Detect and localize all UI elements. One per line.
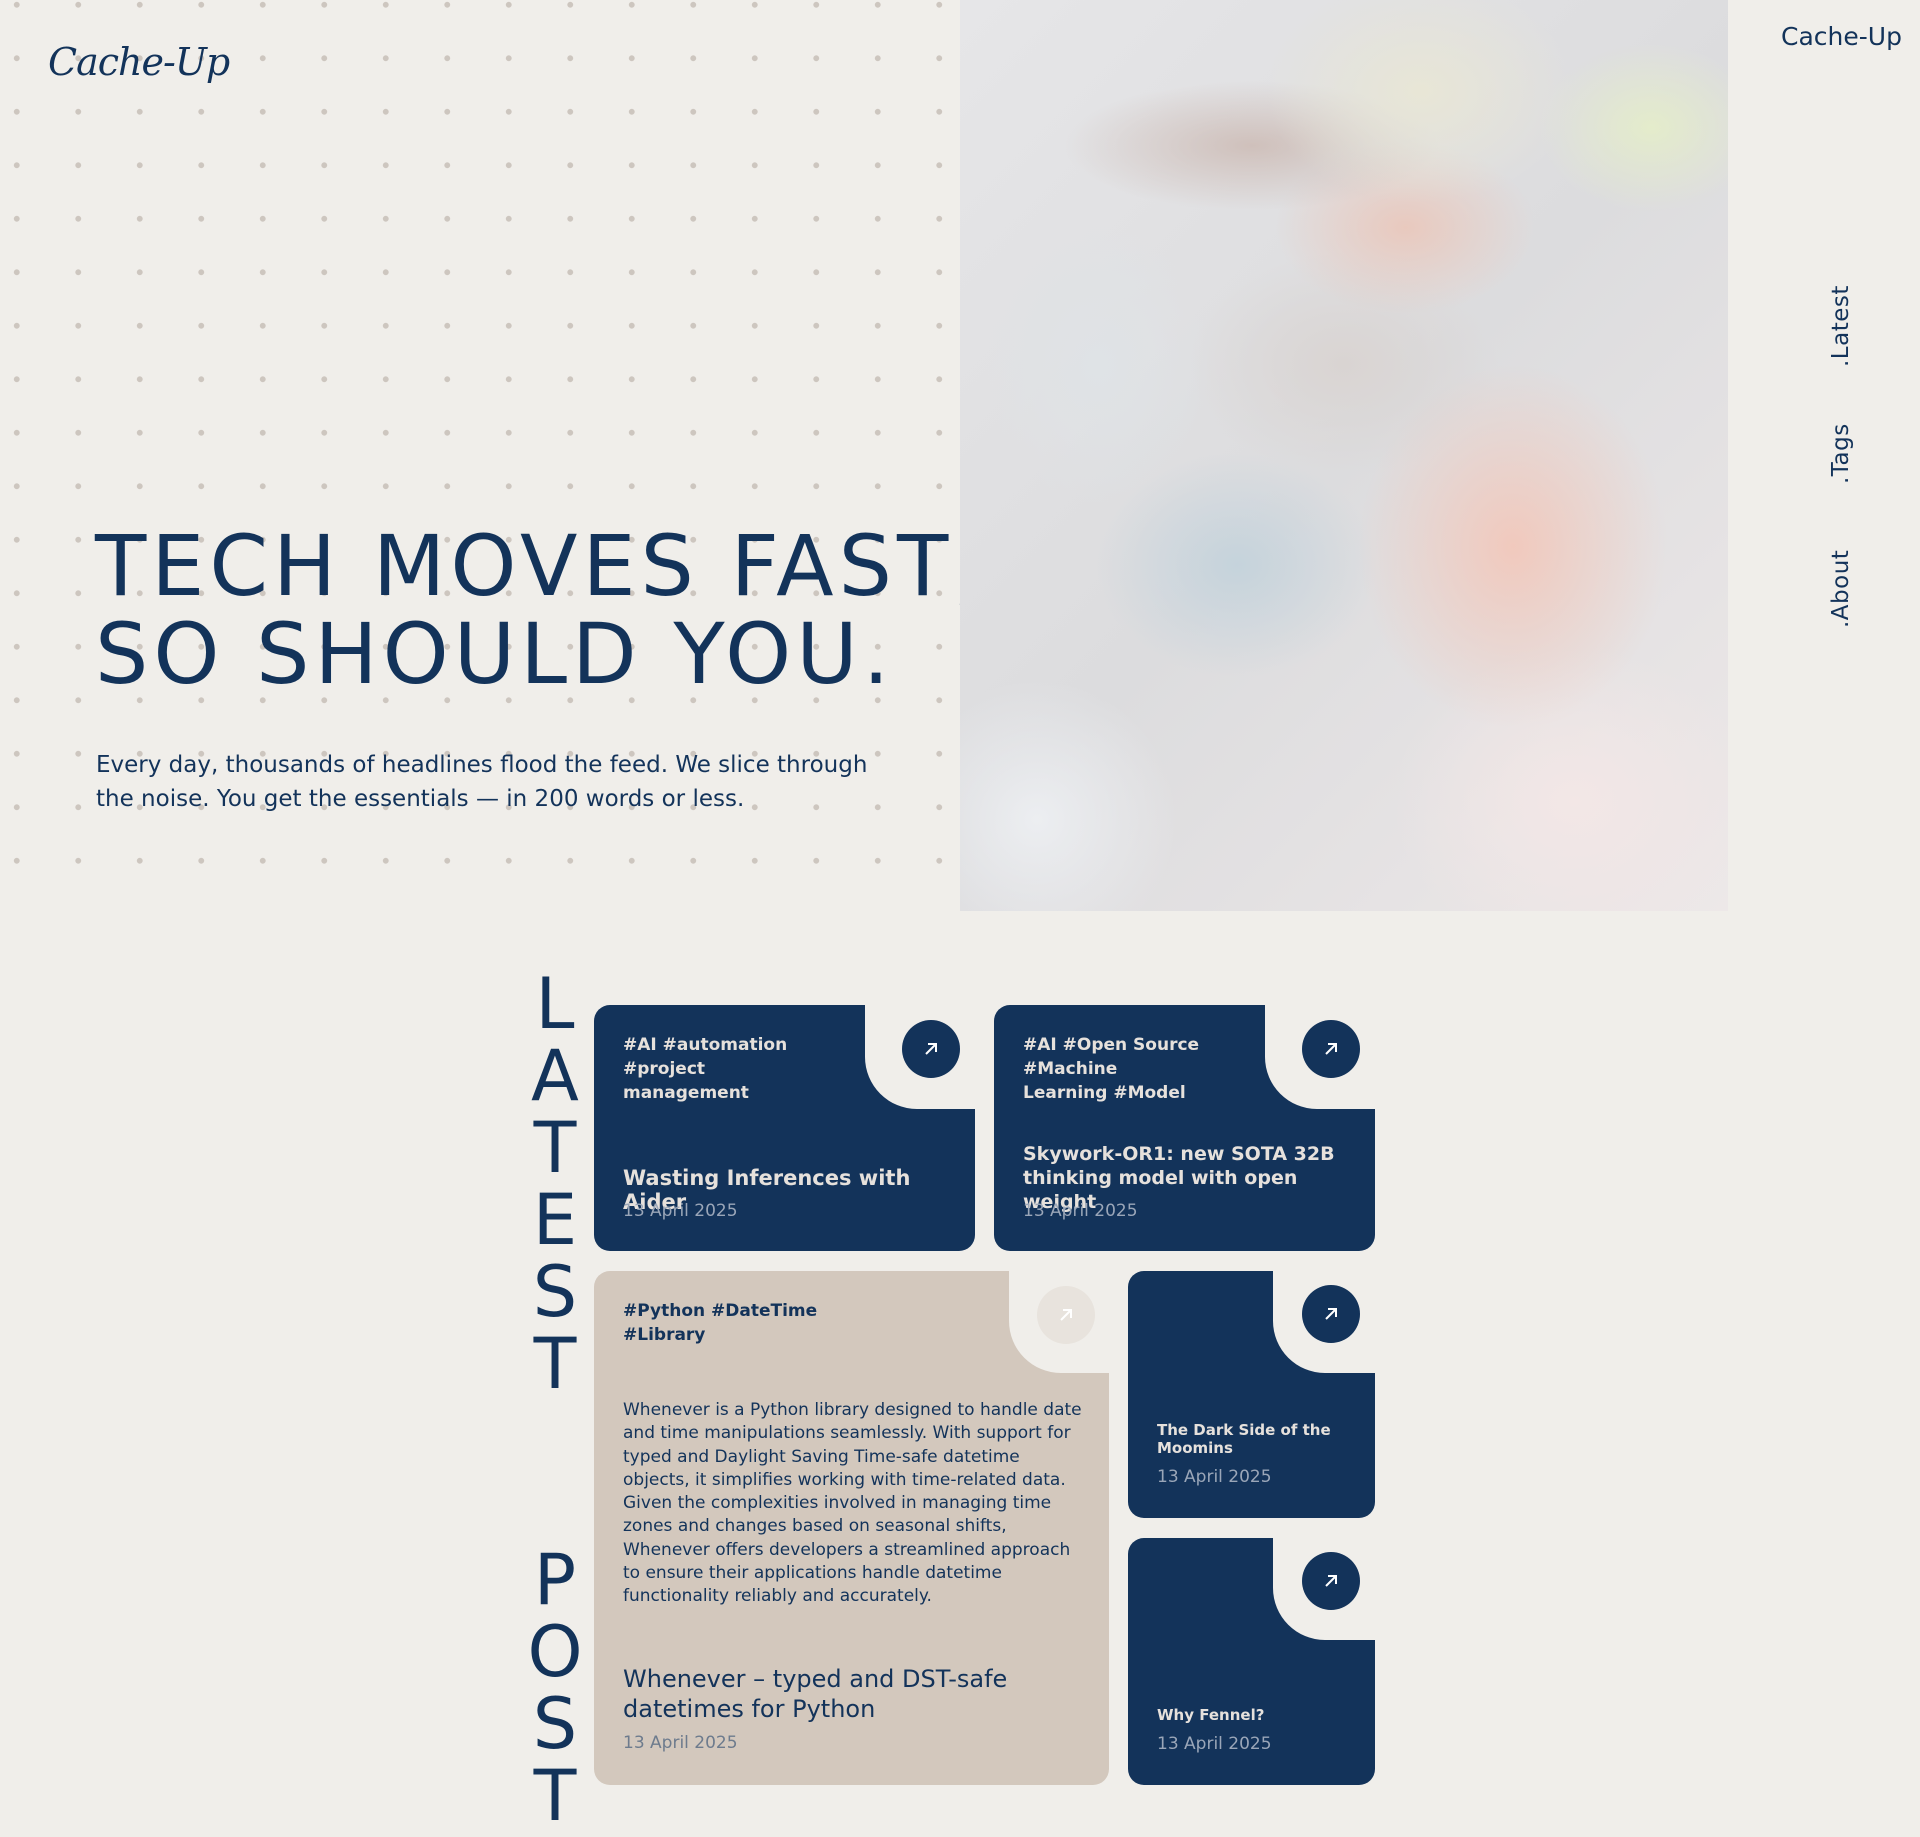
hero-title-line-2: SO SHOULD YOU. — [95, 605, 895, 703]
post-card-wasting-inferences[interactable]: #AI #automation #project management Wast… — [594, 1005, 975, 1251]
post-excerpt: Whenever is a Python library designed to… — [623, 1400, 1082, 1607]
hero-subtitle-line-2: the noise. You get the essentials — in 2… — [96, 786, 745, 812]
post-title: The Dark Side of the Moomins — [1157, 1421, 1331, 1457]
post-title: Whenever – typed and DST-safe datetimes … — [623, 1665, 1008, 1723]
logo[interactable]: Cache-Up — [48, 40, 230, 84]
heading-letter: T — [533, 1323, 577, 1405]
nav-tags[interactable]: .Tags — [1828, 423, 1854, 484]
post-date: 13 April 2025 — [1157, 1734, 1272, 1754]
post-tags: #AI #Open Source #Machine Learning #Mode… — [1023, 1035, 1200, 1103]
hero-subtitle: Every day, thousands of headlines flood … — [96, 748, 896, 816]
post-card-moomins[interactable]: The Dark Side of the Moomins 13 April 20… — [1128, 1271, 1375, 1518]
heading-letter: S — [532, 1251, 578, 1333]
post-date: 13 April 2025 — [1157, 1467, 1272, 1487]
post-tags: #AI #automation #project management — [623, 1035, 788, 1103]
post-tags: #Python #DateTime #Library — [623, 1301, 818, 1345]
heading-letter: L — [535, 963, 575, 1045]
arrow-up-right-icon[interactable] — [1302, 1285, 1360, 1343]
heading-letter: S — [532, 1683, 578, 1765]
heading-letter: E — [532, 1179, 578, 1261]
heading-letter: T — [533, 1755, 577, 1837]
heading-letter: A — [531, 1035, 579, 1117]
hero-title: TECH MOVES FAST, SO SHOULD YOU. — [95, 522, 985, 698]
post-date: 13 April 2025 — [623, 1733, 738, 1753]
hero-subtitle-line-1: Every day, thousands of headlines flood … — [96, 752, 868, 778]
heading-letter: O — [527, 1611, 583, 1693]
post-card-whenever[interactable]: #Python #DateTime #Library Whenever is a… — [594, 1271, 1109, 1785]
site-name-link[interactable]: Cache-Up — [1781, 22, 1902, 51]
latest-posts-heading: L A T E S T P O S T S — [520, 968, 590, 1837]
arrow-up-right-icon[interactable] — [902, 1020, 960, 1078]
post-card-fennel[interactable]: Why Fennel? 13 April 2025 — [1128, 1538, 1375, 1785]
nav-about[interactable]: .About — [1828, 550, 1854, 628]
hero-title-line-1: TECH MOVES FAST, — [95, 517, 985, 615]
post-card-skywork[interactable]: #AI #Open Source #Machine Learning #Mode… — [994, 1005, 1375, 1251]
heading-letter: S — [520, 1832, 590, 1837]
post-date: 13 April 2025 — [1023, 1201, 1138, 1221]
hero-blurred-image — [960, 0, 1728, 911]
arrow-up-right-icon[interactable] — [1302, 1552, 1360, 1610]
post-title: Why Fennel? — [1157, 1706, 1265, 1724]
nav-latest[interactable]: .Latest — [1828, 285, 1854, 367]
heading-letter: T — [533, 1107, 577, 1189]
arrow-up-right-icon[interactable] — [1302, 1020, 1360, 1078]
post-date: 13 April 2025 — [623, 1201, 738, 1221]
heading-letter: P — [533, 1539, 577, 1621]
arrow-up-right-icon[interactable] — [1037, 1286, 1095, 1344]
